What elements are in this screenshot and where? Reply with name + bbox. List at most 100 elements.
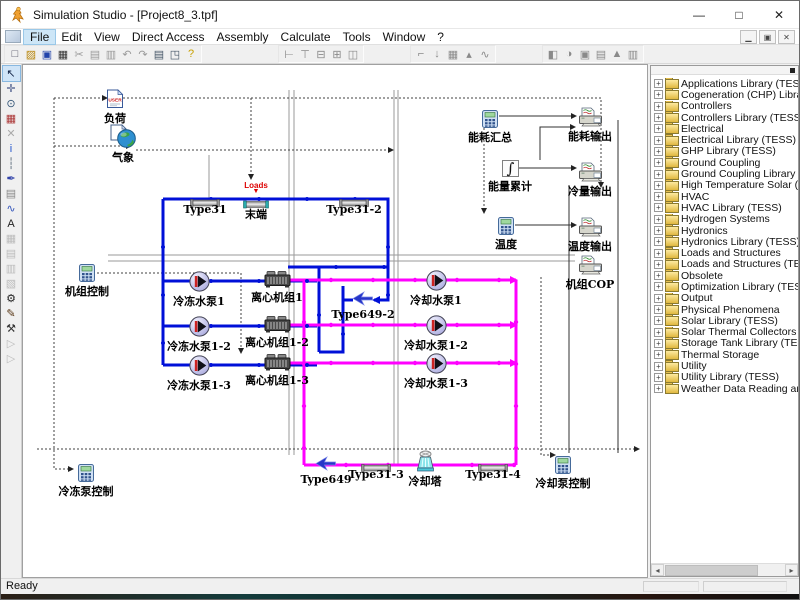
cooling-water-pump-1[interactable]: 冷却水泵1 bbox=[426, 270, 447, 296]
centrifugal-chiller-1[interactable]: 离心机组1 bbox=[264, 270, 291, 293]
menu-edit[interactable]: Edit bbox=[55, 30, 88, 44]
align-vertical-icon[interactable]: ⊤ bbox=[297, 46, 313, 62]
info-tool-icon[interactable]: i bbox=[3, 141, 20, 156]
tree-item-solar-library-tess[interactable]: +Solar Library (TESS) bbox=[654, 315, 798, 326]
tree-item-obsolete[interactable]: +Obsolete bbox=[654, 270, 798, 281]
probe-tool-icon[interactable]: ┆ bbox=[3, 156, 20, 171]
type649-2-diverter[interactable]: Type649-2 bbox=[352, 290, 374, 312]
expand-icon[interactable]: + bbox=[654, 79, 663, 88]
pen-tool-icon[interactable]: ✎ bbox=[3, 306, 20, 321]
expand-icon[interactable]: + bbox=[654, 271, 663, 280]
tree-item-hydronics[interactable]: +Hydronics bbox=[654, 225, 798, 236]
type649-diverter[interactable]: Type649 bbox=[315, 455, 337, 477]
save-icon[interactable]: ▣ bbox=[39, 46, 55, 62]
tree-item-ground-coupling[interactable]: +Ground Coupling bbox=[654, 157, 798, 168]
tree-item-electrical-library-tess[interactable]: +Electrical Library (TESS) bbox=[654, 134, 798, 145]
expand-icon[interactable]: + bbox=[654, 260, 663, 269]
type31-3-pipe[interactable]: Type31-3 bbox=[361, 459, 391, 477]
tree-item-output[interactable]: +Output bbox=[654, 293, 798, 304]
scroll-thumb[interactable] bbox=[665, 565, 758, 576]
menu-assembly[interactable]: Assembly bbox=[211, 30, 275, 44]
print-preview-icon[interactable]: ◳ bbox=[167, 46, 183, 62]
frames-tool-icon[interactable]: ▤ bbox=[3, 246, 20, 261]
tree-item-cogeneration-chp-library-tess[interactable]: +Cogeneration (CHP) Library (TESS) bbox=[654, 89, 798, 100]
link-tool-icon[interactable]: ∿ bbox=[3, 201, 20, 216]
tree-item-hydronics-library-tess[interactable]: +Hydronics Library (TESS) bbox=[654, 236, 798, 247]
expand-icon[interactable]: + bbox=[654, 90, 663, 99]
tree-item-high-temperature-solar-tess[interactable]: +High Temperature Solar (TESS) bbox=[654, 180, 798, 191]
expand-icon[interactable]: + bbox=[654, 170, 663, 179]
grid-view-icon[interactable]: ▦ bbox=[445, 46, 461, 62]
zoom-region-tool-icon[interactable]: ▦ bbox=[3, 111, 20, 126]
zoom-tool-icon[interactable]: ⊙ bbox=[3, 96, 20, 111]
unit-control-calc[interactable]: 机组控制 bbox=[79, 264, 95, 287]
export-tool-icon[interactable]: ▧ bbox=[3, 276, 20, 291]
tree-item-storage-tank-library-tess[interactable]: +Storage Tank Library (TESS) bbox=[654, 338, 798, 349]
tree-item-loads-and-structures-tess[interactable]: +Loads and Structures (TESS) bbox=[654, 259, 798, 270]
paste-icon[interactable]: ▥ bbox=[103, 46, 119, 62]
expand-icon[interactable]: + bbox=[654, 373, 663, 382]
tree-item-utility-library-tess[interactable]: +Utility Library (TESS) bbox=[654, 372, 798, 383]
temperature-calc[interactable]: 温度 bbox=[498, 217, 514, 240]
expand-icon[interactable]: + bbox=[654, 181, 663, 190]
energy-integrator[interactable]: ∫能量累计 bbox=[502, 160, 519, 182]
menu-direct-access[interactable]: Direct Access bbox=[126, 30, 211, 44]
expand-icon[interactable]: + bbox=[654, 147, 663, 156]
cooling-pump-control-calc[interactable]: 冷却泵控制 bbox=[555, 456, 571, 479]
settings-tool-icon[interactable]: ⚙ bbox=[3, 291, 20, 306]
chilled-water-pump-1[interactable]: 冷冻水泵1 bbox=[189, 271, 210, 297]
diagram-canvas[interactable]: USER负荷气象Type31Loads▼末端Type31-2冷冻水泵1离心机组1… bbox=[22, 64, 648, 578]
expand-icon[interactable]: + bbox=[654, 384, 663, 393]
menu-tools[interactable]: Tools bbox=[337, 30, 377, 44]
type31-4-pipe[interactable]: Type31-4 bbox=[478, 459, 508, 477]
menu-calculate[interactable]: Calculate bbox=[275, 30, 337, 44]
tree-item-weather-data-reading-and-process[interactable]: +Weather Data Reading and Process bbox=[654, 383, 798, 394]
load-data[interactable]: USER负荷 bbox=[106, 89, 124, 114]
terminal-unit[interactable]: Loads▼末端 bbox=[243, 196, 269, 214]
run-tool-icon[interactable]: ⚒ bbox=[3, 321, 20, 336]
type31-2-pipe[interactable]: Type31-2 bbox=[339, 194, 369, 212]
printer-tool-icon[interactable]: ▥ bbox=[3, 261, 20, 276]
tree-item-ghp-library-tess[interactable]: +GHP Library (TESS) bbox=[654, 146, 798, 157]
parameter-tool-icon[interactable]: ✒ bbox=[3, 171, 20, 186]
tree-item-hvac-library-tess[interactable]: +HVAC Library (TESS) bbox=[654, 202, 798, 213]
expand-icon[interactable]: + bbox=[654, 124, 663, 133]
tile-horizontal-icon[interactable]: ⊟ bbox=[313, 46, 329, 62]
redo-icon[interactable]: ↷ bbox=[135, 46, 151, 62]
tree-item-solar-thermal-collectors[interactable]: +Solar Thermal Collectors bbox=[654, 327, 798, 338]
mdi-restore-button[interactable]: ▣ bbox=[759, 30, 776, 44]
chilled-pump-control-calc[interactable]: 冷冻泵控制 bbox=[78, 464, 94, 487]
expand-icon[interactable]: + bbox=[654, 215, 663, 224]
tree-horizontal-scrollbar[interactable]: ◂ ▸ bbox=[651, 563, 798, 576]
expand-icon[interactable]: + bbox=[654, 328, 663, 337]
minimize-button[interactable]: — bbox=[679, 1, 719, 29]
proforma-icon[interactable]: ◧ bbox=[545, 46, 561, 62]
expand-icon[interactable]: + bbox=[654, 249, 663, 258]
expand-icon[interactable]: + bbox=[654, 192, 663, 201]
expand-icon[interactable]: + bbox=[654, 226, 663, 235]
tree-item-controllers-library-tess[interactable]: +Controllers Library (TESS) bbox=[654, 112, 798, 123]
expand-icon[interactable]: + bbox=[654, 350, 663, 359]
sort-down-icon[interactable]: ↓ bbox=[429, 46, 445, 62]
cascade-windows-icon[interactable]: ◫ bbox=[345, 46, 361, 62]
temperature-output-plotter[interactable]: 温度输出 bbox=[578, 217, 603, 242]
save-all-icon[interactable]: ▦ bbox=[55, 46, 71, 62]
menu-view[interactable]: View bbox=[88, 30, 126, 44]
assembly-tree-icon[interactable]: ⌐ bbox=[413, 46, 429, 62]
expand-icon[interactable]: + bbox=[654, 136, 663, 145]
tree-item-hydrogen-systems[interactable]: +Hydrogen Systems bbox=[654, 214, 798, 225]
tree-item-thermal-storage[interactable]: +Thermal Storage bbox=[654, 349, 798, 360]
copy-icon[interactable]: ▤ bbox=[87, 46, 103, 62]
tree-item-physical-phenomena[interactable]: +Physical Phenomena bbox=[654, 304, 798, 315]
pan-tool-icon[interactable]: ✛ bbox=[3, 81, 20, 96]
expand-icon[interactable]: + bbox=[654, 362, 663, 371]
chilled-water-pump-1-3[interactable]: 冷冻水泵1-3 bbox=[189, 355, 210, 381]
scroll-left-icon[interactable]: ◂ bbox=[651, 564, 664, 576]
chilled-water-pump-1-2[interactable]: 冷冻水泵1-2 bbox=[189, 316, 210, 342]
expand-icon[interactable]: + bbox=[654, 316, 663, 325]
mdi-close-button[interactable]: ✕ bbox=[778, 30, 795, 44]
play-tool-2-icon[interactable]: ▷ bbox=[3, 351, 20, 366]
cooling-output-plotter[interactable]: 冷量输出 bbox=[578, 162, 603, 187]
delete-tool-icon[interactable]: ✕ bbox=[3, 126, 20, 141]
expand-icon[interactable]: + bbox=[654, 102, 663, 111]
